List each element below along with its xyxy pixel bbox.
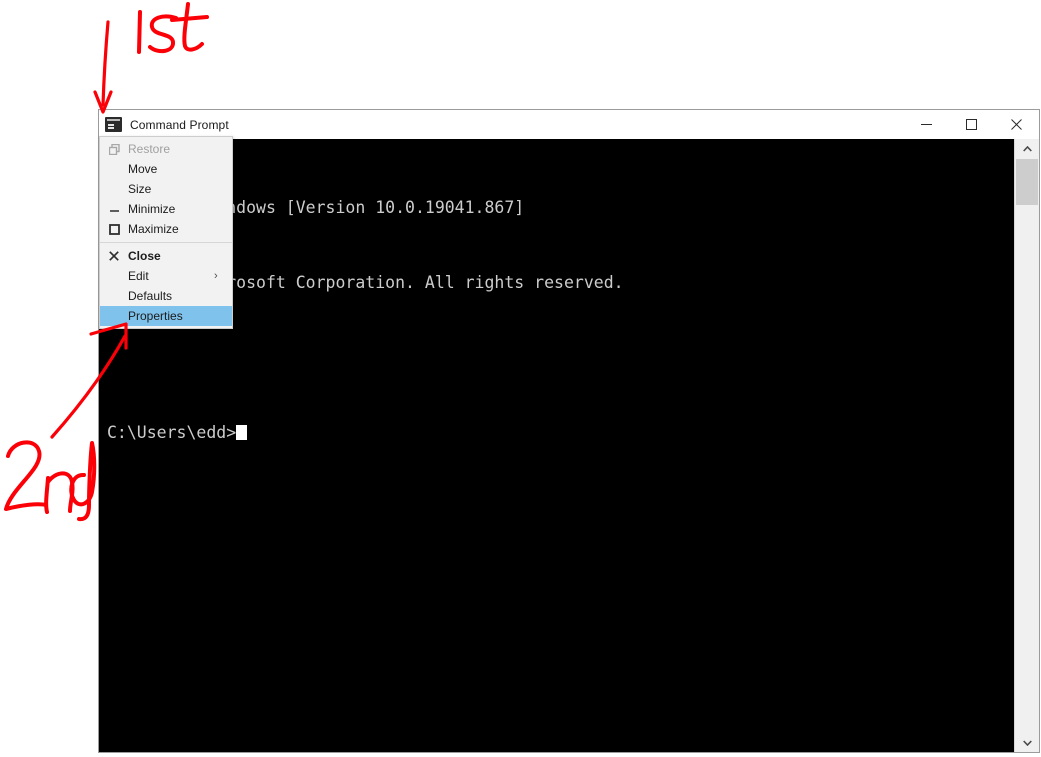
annotation-label-second bbox=[4, 440, 97, 522]
menu-item-move[interactable]: Move bbox=[100, 159, 232, 179]
command-prompt-window[interactable]: Command Prompt Microsoft Windows [Versio… bbox=[98, 109, 1040, 753]
maximize-button[interactable] bbox=[949, 110, 994, 139]
terminal-line: (c) 2020 Microsoft Corporation. All righ… bbox=[107, 273, 624, 292]
restore-icon bbox=[100, 143, 128, 155]
menu-item-label: Maximize bbox=[128, 222, 179, 236]
scrollbar-thumb[interactable] bbox=[1016, 159, 1038, 205]
menu-item-size[interactable]: Size bbox=[100, 179, 232, 199]
menu-item-label: Edit bbox=[128, 269, 149, 283]
menu-item-label: Restore bbox=[128, 142, 171, 156]
terminal-prompt-line: C:\Users\edd> bbox=[107, 420, 1016, 445]
close-icon bbox=[1011, 119, 1022, 130]
terminal-line: Microsoft Windows [Version 10.0.19041.86… bbox=[107, 198, 525, 217]
menu-item-edit[interactable]: Edit › bbox=[100, 266, 232, 286]
annotation-arrow-first bbox=[93, 20, 113, 114]
terminal-prompt: C:\Users\edd> bbox=[107, 423, 237, 442]
title-bar[interactable]: Command Prompt bbox=[99, 110, 1039, 139]
close-button[interactable] bbox=[994, 110, 1039, 139]
menu-item-label: Move bbox=[128, 162, 158, 176]
menu-item-label: Close bbox=[128, 249, 161, 263]
window-title: Command Prompt bbox=[130, 117, 229, 132]
close-icon bbox=[100, 251, 128, 261]
menu-separator bbox=[100, 242, 232, 243]
menu-item-restore[interactable]: Restore bbox=[100, 139, 232, 159]
text-cursor bbox=[236, 425, 248, 440]
maximize-icon bbox=[100, 223, 128, 235]
maximize-icon bbox=[966, 119, 977, 130]
console-icon[interactable] bbox=[105, 117, 122, 132]
menu-item-label: Minimize bbox=[128, 202, 176, 216]
minimize-icon bbox=[921, 124, 932, 125]
menu-item-properties[interactable]: Properties bbox=[100, 306, 232, 326]
annotation-label-first bbox=[137, 2, 209, 54]
menu-item-label: Properties bbox=[128, 309, 183, 323]
window-system-menu[interactable]: Restore Move Size Minimize Maximize Clos… bbox=[99, 136, 233, 329]
submenu-chevron-right-icon: › bbox=[214, 270, 218, 282]
menu-item-label: Size bbox=[128, 182, 152, 196]
menu-item-minimize[interactable]: Minimize bbox=[100, 199, 232, 219]
menu-item-maximize[interactable]: Maximize bbox=[100, 219, 232, 239]
caption-button-group bbox=[904, 110, 1039, 139]
minimize-button[interactable] bbox=[904, 110, 949, 139]
chevron-down-icon bbox=[1022, 739, 1032, 746]
scrollbar-up-button[interactable] bbox=[1015, 139, 1039, 158]
minimize-icon bbox=[100, 204, 128, 215]
menu-item-defaults[interactable]: Defaults bbox=[100, 286, 232, 306]
menu-item-close[interactable]: Close bbox=[100, 246, 232, 266]
terminal-scrollbar[interactable] bbox=[1014, 139, 1039, 752]
scrollbar-down-button[interactable] bbox=[1015, 733, 1039, 752]
menu-item-label: Defaults bbox=[128, 289, 173, 303]
chevron-up-icon bbox=[1022, 145, 1032, 152]
terminal-output-area[interactable]: Microsoft Windows [Version 10.0.19041.86… bbox=[99, 139, 1016, 752]
